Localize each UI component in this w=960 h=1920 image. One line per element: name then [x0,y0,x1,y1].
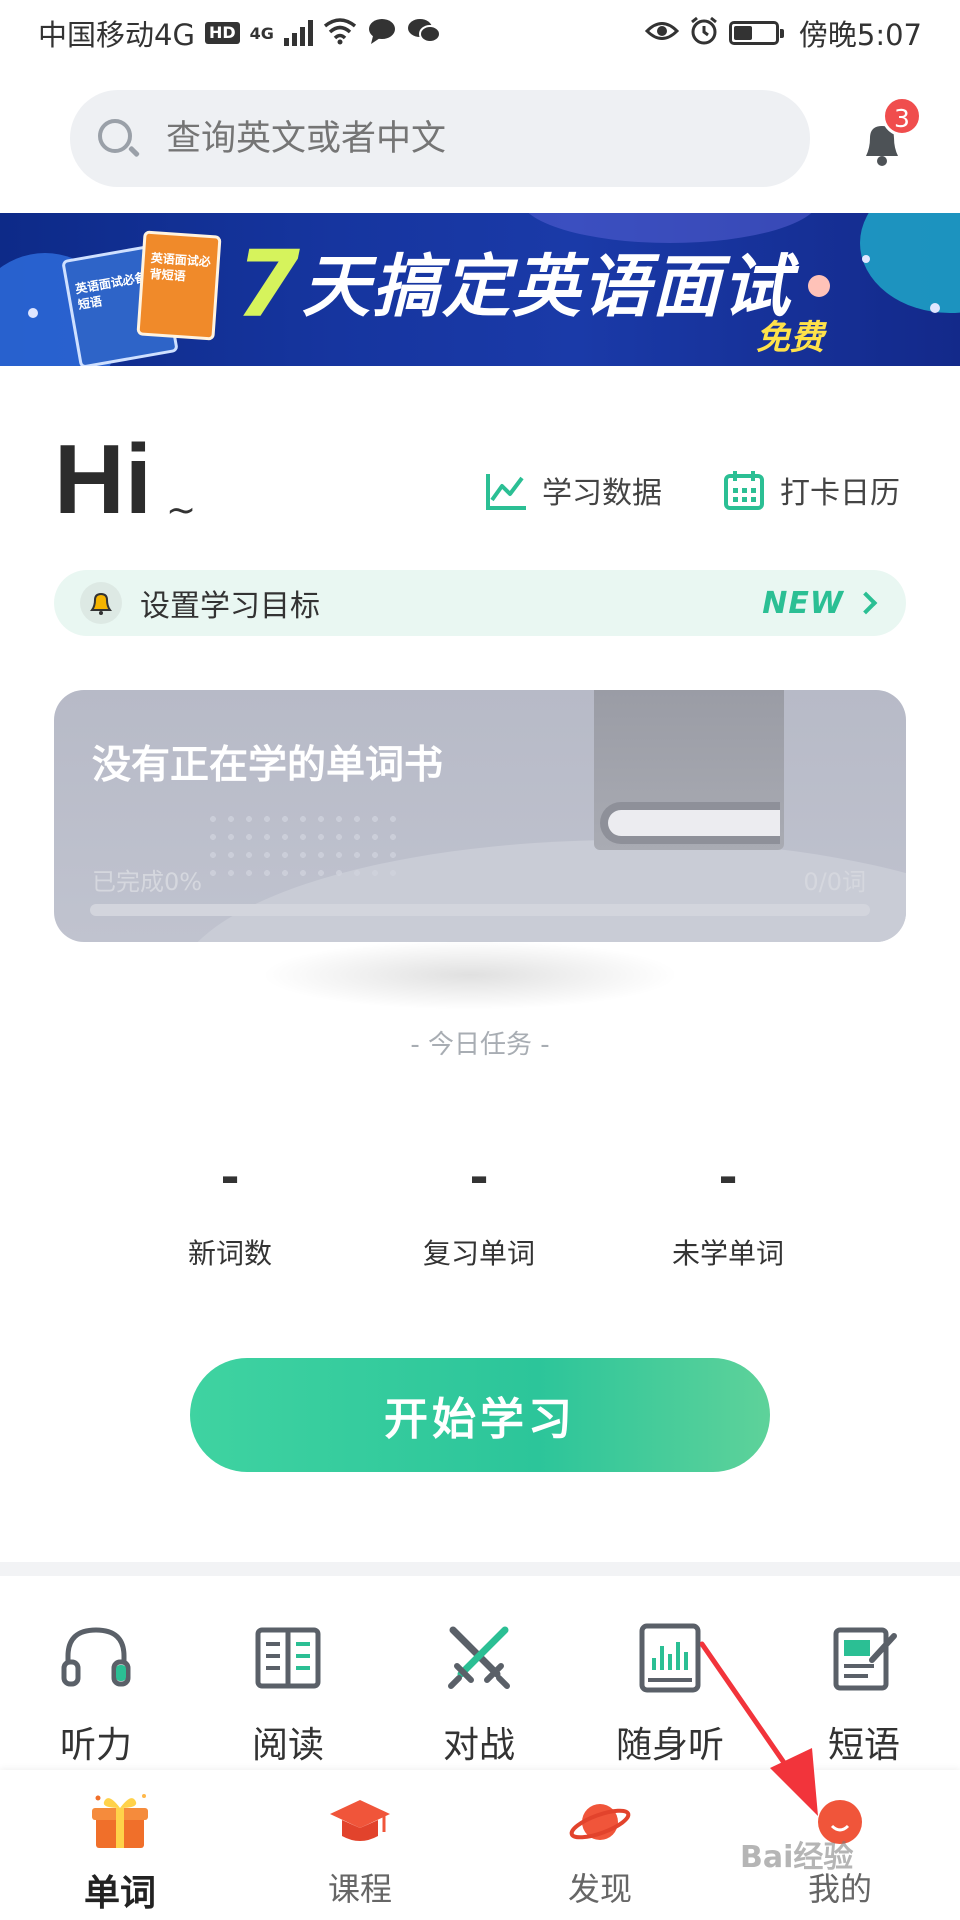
study-data-link[interactable]: 学习数据 [484,468,662,512]
book-word-count: 0/0词 [803,868,866,896]
banner-free-tag: 免费 [756,318,824,358]
banner-dot [930,303,940,313]
note-edit-icon [833,1627,897,1691]
book-page-illustration [600,802,780,844]
section-divider [0,1562,960,1576]
goal-bell-icon [80,582,122,624]
crossed-swords-icon [448,1626,510,1689]
watermark: Bai经验 [740,1840,854,1875]
wifi-icon [323,17,357,50]
nav-tab-courses[interactable]: 课程 [280,1790,440,1910]
calendar-icon [724,471,764,510]
network-type-label: 4G [249,23,274,43]
status-bar: 中国移动4G HD 4G 傍晚5:07 [0,0,960,66]
banner-headline-text: 天搞定英语面试 [302,248,793,327]
banner-headline: 7天搞定英语面试 [236,231,792,338]
stat-label: 未学单词 [671,1237,784,1270]
tool-reading[interactable]: 阅读 [218,1618,358,1768]
stat-unlearned-words: - 未学单词 [628,1150,828,1272]
message-icon [367,17,397,50]
graduation-cap-icon [328,1790,392,1854]
nav-label: 课程 [327,1870,392,1908]
battery-icon [728,21,784,45]
tool-battle[interactable]: 对战 [409,1618,549,1768]
greeting-tilde: ~ [166,490,197,531]
carrier-label: 中国移动4G [38,18,195,52]
new-tag: NEW [762,585,844,621]
banner-dot [808,275,830,297]
tool-label: 阅读 [251,1725,324,1766]
nav-tab-words[interactable]: 单词 [40,1790,200,1916]
status-left: 中国移动4G HD 4G [38,12,441,54]
audio-player-icon [639,1623,701,1693]
tool-listening[interactable]: 听力 [26,1618,166,1768]
current-book-card[interactable]: 没有正在学的单词书 已完成0% 0/0词 [54,690,906,942]
stat-value: - [220,1150,240,1204]
stat-label: 复习单词 [422,1237,535,1270]
book-card-title: 没有正在学的单词书 [92,743,444,788]
stat-value: - [469,1150,489,1204]
card-dot-pattern [204,810,404,880]
annotation-arrow-icon [700,1641,818,1816]
book-progress-bar [90,904,870,916]
checkin-calendar-label: 打卡日历 [780,476,900,511]
planet-icon [568,1790,632,1854]
set-goal-bar[interactable]: 设置学习目标 NEW [54,570,906,636]
hd-icon: HD [204,22,240,44]
checkin-calendar-link[interactable]: 打卡日历 [722,468,900,512]
stat-label: 新词数 [187,1237,272,1270]
banner-decoration [860,213,960,313]
reading-book-icon [255,1627,321,1689]
banner-dot [862,255,870,263]
promo-banner[interactable]: 英语面试必备短语 英语面试必背短语 7天搞定英语面试 免费 [0,213,960,366]
alarm-icon [689,16,719,51]
banner-number: 7 [236,231,303,338]
banner-book-image: 英语面试必背短语 [136,230,222,341]
goal-label: 设置学习目标 [140,589,320,624]
notification-button[interactable]: 3 [852,96,922,172]
status-right: 傍晚5:07 [644,12,922,54]
clock: 傍晚5:07 [798,18,922,52]
today-tasks-header: - 今日任务 - [410,1030,550,1060]
wechat-icon [407,17,441,50]
card-shadow [260,940,680,1010]
book-progress-text: 已完成0% [92,868,203,896]
stat-new-words: - 新词数 [130,1150,330,1272]
stat-review-words: - 复习单词 [379,1150,579,1272]
nav-label: 单词 [83,1873,156,1914]
notification-badge: 3 [882,96,922,136]
gift-box-icon [88,1790,152,1854]
chevron-right-icon [854,591,878,615]
nav-label: 发现 [567,1870,632,1908]
banner-book-title: 英语面试必背短语 [149,250,212,284]
signal-icon [283,20,313,46]
line-chart-icon [486,474,526,510]
study-data-label: 学习数据 [542,476,662,511]
tool-label: 对战 [442,1725,515,1766]
search-input[interactable] [166,118,810,159]
search-icon [96,117,141,161]
start-learning-button[interactable]: 开始学习 [190,1358,770,1472]
search-bar[interactable] [70,90,810,187]
headphones-icon [61,1627,131,1687]
stat-value: - [718,1150,738,1204]
eye-icon [644,18,679,49]
tool-label: 听力 [59,1725,132,1766]
greeting: Hi [54,424,152,534]
nav-tab-discover[interactable]: 发现 [520,1790,680,1910]
banner-dot [28,308,38,318]
